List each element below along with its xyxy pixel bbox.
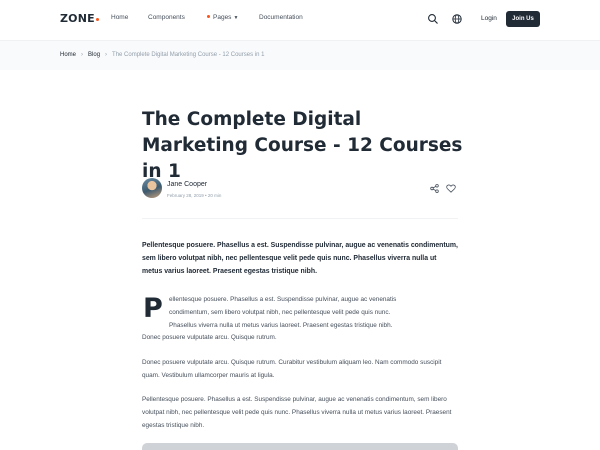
share-icon[interactable] bbox=[430, 184, 439, 193]
article-title: The Complete Digital Marketing Course - … bbox=[142, 109, 463, 182]
body-paragraph: ellentesque posuere. Phasellus a est. Su… bbox=[142, 294, 458, 345]
paragraph-line: Donec posuere vulputate arcu. Quisque ru… bbox=[142, 334, 277, 342]
chevron-down-icon: ▼ bbox=[233, 15, 239, 21]
paragraph-line: Phasellus viverra nulla ut metus varius … bbox=[169, 321, 393, 329]
globe-icon[interactable] bbox=[451, 13, 463, 25]
author-name[interactable]: Jane Cooper bbox=[167, 181, 207, 188]
body-paragraph: Donec posuere vulputate arcu. Quisque ru… bbox=[142, 359, 442, 379]
search-icon[interactable] bbox=[427, 13, 439, 25]
body-paragraph: Pellentesque posuere. Phasellus a est. S… bbox=[142, 396, 452, 429]
paragraph-line: condimentum, sem libero volutpat nibh, n… bbox=[169, 308, 391, 316]
author-avatar[interactable] bbox=[142, 178, 162, 198]
nav-pages[interactable]: Pages ▼ bbox=[207, 14, 238, 21]
breadcrumb: Home › Blog › The Complete Digital Marke… bbox=[60, 52, 264, 58]
chevron-right-icon: › bbox=[105, 52, 108, 58]
logo[interactable]: ZONE bbox=[60, 12, 99, 25]
article-image bbox=[142, 443, 458, 450]
lead-paragraph: Pellentesque posuere. Phasellus a est. S… bbox=[142, 242, 458, 275]
nav-documentation[interactable]: Documentation bbox=[259, 14, 303, 21]
breadcrumb-bar: Home › Blog › The Complete Digital Marke… bbox=[0, 40, 600, 70]
breadcrumb-home[interactable]: Home bbox=[60, 52, 76, 58]
nav-home[interactable]: Home bbox=[111, 14, 128, 21]
breadcrumb-current: The Complete Digital Marketing Course - … bbox=[112, 52, 265, 58]
paragraph-line: ellentesque posuere. Phasellus a est. Su… bbox=[169, 296, 397, 303]
breadcrumb-blog[interactable]: Blog bbox=[88, 52, 100, 58]
login-link[interactable]: Login bbox=[481, 15, 497, 22]
heart-icon[interactable] bbox=[446, 184, 456, 193]
nav-pages-label: Pages bbox=[213, 14, 232, 21]
top-navbar: ZONE Home Components Pages ▼ Documentatio… bbox=[0, 0, 600, 40]
divider bbox=[142, 218, 458, 219]
logo-dot bbox=[95, 18, 99, 21]
join-us-button[interactable]: Join Us bbox=[506, 11, 540, 27]
post-meta: February 28, 2019 • 20 min bbox=[167, 193, 222, 198]
active-dot bbox=[207, 15, 210, 18]
nav-components[interactable]: Components bbox=[148, 14, 185, 21]
chevron-right-icon: › bbox=[81, 52, 84, 58]
